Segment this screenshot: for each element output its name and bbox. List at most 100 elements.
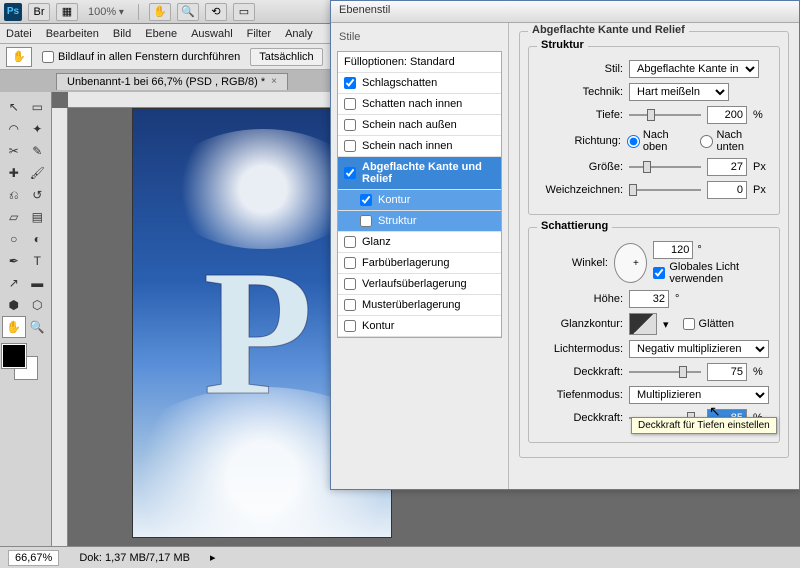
groesse-slider[interactable] — [629, 159, 701, 175]
style-pattern-overlay[interactable]: Musterüberlagerung — [338, 295, 501, 316]
3d-camera-tool[interactable]: ⬡ — [26, 294, 50, 316]
richtung-up-radio[interactable]: Nach oben — [627, 129, 695, 153]
deckkraft-shadow-label: Deckkraft: — [537, 412, 623, 424]
styles-list-panel: Stile Fülloptionen: Standard Schlagschat… — [331, 23, 509, 489]
marquee-tool[interactable]: ▭ — [26, 96, 50, 118]
style-color-overlay[interactable]: Farbüberlagerung — [338, 253, 501, 274]
close-icon[interactable]: × — [271, 76, 277, 87]
style-stroke[interactable]: Kontur — [338, 316, 501, 337]
winkel-label: Winkel: — [537, 257, 608, 269]
richtung-down-radio[interactable]: Nach unten — [700, 129, 771, 153]
menu-ebene[interactable]: Ebene — [145, 28, 177, 40]
lasso-tool[interactable]: ◠ — [2, 118, 26, 140]
pen-tool[interactable]: ✒ — [2, 250, 26, 272]
style-drop-shadow[interactable]: Schlagschatten — [338, 73, 501, 94]
gradient-tool[interactable]: ▤ — [26, 206, 50, 228]
hand-tool[interactable]: ✋ — [2, 316, 26, 338]
stamp-tool[interactable]: ⎌ — [2, 184, 26, 206]
bridge-button[interactable]: Br — [28, 3, 50, 21]
deckkraft-highlight-label: Deckkraft: — [537, 366, 623, 378]
style-bevel-emboss[interactable]: Abgeflachte Kante und Relief — [338, 157, 501, 190]
current-tool-icon[interactable]: ✋ — [6, 47, 32, 67]
path-tool[interactable]: ↗ — [2, 272, 26, 294]
actual-pixels-button[interactable]: Tatsächlich — [250, 48, 322, 66]
angle-control[interactable]: + — [614, 243, 647, 283]
eraser-tool[interactable]: ▱ — [2, 206, 26, 228]
3d-tool[interactable]: ⬢ — [2, 294, 26, 316]
toolbox: ↖▭ ◠✦ ✂✎ ✚🖌 ⎌↺ ▱▤ ○◐ ✒T ↗▬ ⬢⬡ ✋🔍 — [0, 92, 52, 546]
style-inner-glow[interactable]: Schein nach innen — [338, 136, 501, 157]
menu-bild[interactable]: Bild — [113, 28, 131, 40]
deckkraft-highlight-slider[interactable] — [629, 364, 701, 380]
status-bar: 66,67% Dok: 1,37 MB/7,17 MB ▸ — [0, 546, 800, 568]
stil-select[interactable]: Abgeflachte Kante innen — [629, 60, 759, 78]
menu-analyse[interactable]: Analy — [285, 28, 313, 40]
schattierung-legend: Schattierung — [537, 220, 612, 232]
screen-mode-button[interactable]: ▦ — [56, 3, 78, 21]
zoom-tool[interactable]: 🔍 — [26, 316, 50, 338]
zoom-tool-button[interactable]: 🔍 — [177, 3, 199, 21]
style-satin[interactable]: Glanz — [338, 232, 501, 253]
deckkraft-highlight-input[interactable] — [707, 363, 747, 381]
tiefenmodus-select[interactable]: Multiplizieren — [629, 386, 769, 404]
menu-bearbeiten[interactable]: Bearbeiten — [46, 28, 99, 40]
zoom-level-field[interactable]: 66,67% — [8, 550, 59, 566]
letter-p-layer: P — [203, 229, 313, 436]
style-gradient-overlay[interactable]: Verlaufsüberlagerung — [338, 274, 501, 295]
tiefe-label: Tiefe: — [537, 109, 623, 121]
hand-tool-button[interactable]: ✋ — [149, 3, 171, 21]
style-inner-shadow[interactable]: Schatten nach innen — [338, 94, 501, 115]
foreground-color-swatch[interactable] — [2, 344, 26, 368]
hoehe-label: Höhe: — [537, 293, 623, 305]
zoom-selector[interactable]: 100% ▾ — [84, 6, 128, 18]
color-swatches[interactable] — [2, 344, 42, 384]
crop-tool[interactable]: ✂ — [2, 140, 26, 162]
tiefenmodus-label: Tiefenmodus: — [537, 389, 623, 401]
blur-tool[interactable]: ○ — [2, 228, 26, 250]
style-bevel-texture[interactable]: Struktur — [338, 211, 501, 232]
wand-tool[interactable]: ✦ — [26, 118, 50, 140]
eyedropper-tool[interactable]: ✎ — [26, 140, 50, 162]
menu-datei[interactable]: Datei — [6, 28, 32, 40]
cursor-icon: ↖ — [709, 403, 721, 420]
dialog-title[interactable]: Ebenenstil — [331, 1, 799, 23]
technik-label: Technik: — [537, 86, 623, 98]
brush-tool[interactable]: 🖌 — [26, 162, 50, 184]
move-tool[interactable]: ↖ — [2, 96, 26, 118]
styles-header[interactable]: Stile — [331, 23, 508, 47]
style-bevel-contour[interactable]: Kontur — [338, 190, 501, 211]
weich-input[interactable] — [707, 181, 747, 199]
ruler-vertical[interactable] — [52, 108, 68, 546]
scroll-all-windows-checkbox[interactable]: Bildlauf in allen Fenstern durchführen — [42, 51, 240, 63]
glaetten-checkbox[interactable]: Glätten — [683, 318, 734, 330]
history-brush-tool[interactable]: ↺ — [26, 184, 50, 206]
menu-filter[interactable]: Filter — [247, 28, 271, 40]
fill-options-item[interactable]: Fülloptionen: Standard — [338, 52, 501, 73]
shape-tool[interactable]: ▬ — [26, 272, 50, 294]
rotate-view-button[interactable]: ⟲ — [205, 3, 227, 21]
tiefe-input[interactable] — [707, 106, 747, 124]
groesse-label: Größe: — [537, 161, 623, 173]
weich-slider[interactable] — [629, 182, 701, 198]
lichtermodus-select[interactable]: Negativ multiplizieren — [629, 340, 769, 358]
document-tab[interactable]: Unbenannt-1 bei 66,7% (PSD , RGB/8) *× — [56, 73, 288, 90]
global-light-checkbox[interactable]: Globales Licht verwenden — [653, 261, 771, 285]
groesse-input[interactable] — [707, 158, 747, 176]
hoehe-input[interactable] — [629, 290, 669, 308]
dodge-tool[interactable]: ◐ — [26, 228, 50, 250]
winkel-input[interactable] — [653, 241, 693, 259]
struktur-legend: Struktur — [537, 39, 588, 51]
contour-dropdown-icon[interactable]: ▾ — [663, 318, 669, 331]
tiefe-slider[interactable] — [629, 107, 701, 123]
tooltip: Deckkraft für Tiefen einstellen — [631, 417, 777, 434]
type-tool[interactable]: T — [26, 250, 50, 272]
heal-tool[interactable]: ✚ — [2, 162, 26, 184]
arrange-button[interactable]: ▭ — [233, 3, 255, 21]
doc-size-info: Dok: 1,37 MB/7,17 MB — [79, 552, 190, 564]
chevron-right-icon[interactable]: ▸ — [210, 551, 216, 564]
style-outer-glow[interactable]: Schein nach außen — [338, 115, 501, 136]
richtung-label: Richtung: — [537, 135, 621, 147]
menu-auswahl[interactable]: Auswahl — [191, 28, 233, 40]
contour-swatch[interactable] — [629, 313, 657, 335]
technik-select[interactable]: Hart meißeln — [629, 83, 729, 101]
